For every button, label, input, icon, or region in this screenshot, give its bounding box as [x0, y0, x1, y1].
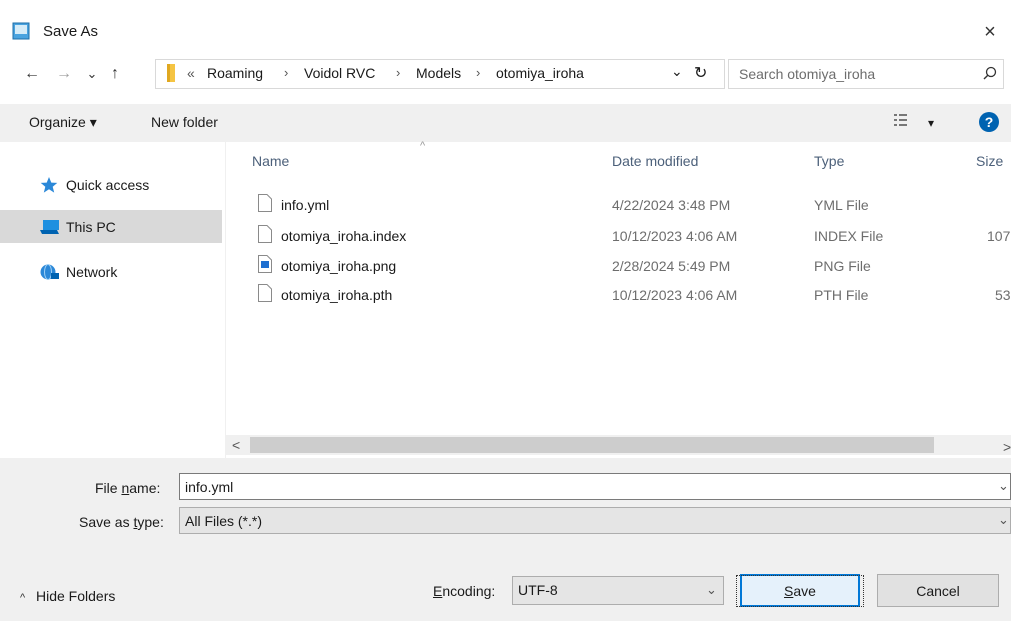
breadcrumb-voidol-rvc[interactable]: Voidol RVC [304, 65, 375, 81]
sidebar-item-label: Network [66, 264, 118, 280]
save-as-type-select[interactable] [179, 507, 1011, 534]
column-header-name[interactable]: Name [252, 153, 289, 169]
hide-folders-button[interactable]: ^ Hide Folders [20, 588, 115, 604]
file-size: 107 [987, 228, 1011, 244]
file-name-value: info.yml [185, 479, 234, 495]
star-icon [40, 177, 58, 193]
sidebar-item-label: Quick access [66, 177, 150, 193]
file-size: 53 [995, 287, 1011, 303]
file-name: otomiya_iroha.index [281, 228, 407, 244]
file-name-label: File name: [95, 480, 161, 496]
view-options-icon[interactable] [893, 112, 909, 128]
file-date: 10/12/2023 4:06 AM [612, 287, 738, 303]
address-dropdown-icon[interactable]: ⌄ [671, 63, 683, 80]
chevron-down-icon[interactable]: ⌄ [706, 582, 717, 598]
forward-button[interactable]: → [54, 63, 74, 85]
breadcrumb-separator-icon[interactable]: › [476, 65, 480, 80]
up-button[interactable]: ↑ [105, 63, 125, 85]
image-file-icon [258, 255, 272, 273]
column-header-date-modified[interactable]: Date modified [612, 153, 698, 169]
close-button[interactable]: × [970, 14, 1010, 50]
table-row[interactable]: otomiya_iroha.pth 10/12/2023 4:06 AM PTH… [250, 283, 1011, 307]
file-name-input[interactable] [179, 473, 1011, 500]
cancel-button[interactable]: Cancel [877, 574, 999, 607]
table-row[interactable]: otomiya_iroha.png 2/28/2024 5:49 PM PNG … [250, 254, 1011, 278]
file-type: YML File [814, 197, 869, 213]
help-icon[interactable]: ? [979, 112, 999, 132]
computer-icon [40, 220, 59, 234]
refresh-icon[interactable]: ↻ [694, 63, 707, 83]
save-button[interactable]: Save [736, 574, 864, 607]
file-type: INDEX File [814, 228, 884, 244]
sidebar-item-quick-access[interactable]: Quick access [0, 168, 222, 201]
chevron-up-icon: ^ [20, 592, 26, 604]
title-bar [0, 0, 1011, 50]
breadcrumb-separator-icon[interactable]: › [284, 65, 288, 80]
breadcrumb-overflow[interactable]: « [187, 65, 195, 81]
table-row[interactable]: info.yml 4/22/2024 3:48 PM YML File [250, 193, 1011, 217]
scrollbar-thumb[interactable] [250, 437, 934, 453]
column-header-type[interactable]: Type [814, 153, 844, 169]
scroll-left-icon[interactable]: < [232, 437, 240, 453]
column-header-size[interactable]: Size [976, 153, 1003, 169]
window-title: Save As [43, 23, 99, 40]
new-folder-button[interactable]: New folder [151, 114, 218, 130]
save-dialog-icon [12, 22, 30, 40]
file-date: 4/22/2024 3:48 PM [612, 197, 731, 213]
file-name: otomiya_iroha.png [281, 258, 397, 274]
recent-locations-button[interactable]: ⌄ [82, 63, 102, 85]
sidebar-item-network[interactable]: Network [0, 255, 222, 288]
file-name: info.yml [281, 197, 330, 213]
view-dropdown-icon[interactable]: ▾ [928, 116, 934, 130]
encoding-label: Encoding: [433, 583, 496, 599]
chevron-down-icon[interactable]: ⌄ [998, 478, 1009, 494]
file-icon [258, 194, 272, 212]
sidebar-item-label: This PC [66, 219, 116, 235]
breadcrumb-roaming[interactable]: Roaming [207, 65, 263, 81]
folder-icon [167, 64, 175, 82]
encoding-value: UTF-8 [518, 582, 558, 598]
sort-ascending-icon: ^ [420, 140, 426, 152]
search-placeholder: Search otomiya_iroha [739, 66, 876, 82]
save-as-type-value: All Files (*.*) [185, 513, 263, 529]
file-date: 2/28/2024 5:49 PM [612, 258, 731, 274]
breadcrumb-models[interactable]: Models [416, 65, 461, 81]
file-name: otomiya_iroha.pth [281, 287, 393, 303]
breadcrumb-separator-icon[interactable]: › [396, 65, 400, 80]
breadcrumb-otomiya-iroha[interactable]: otomiya_iroha [496, 65, 584, 81]
chevron-down-icon[interactable]: ⌄ [998, 512, 1009, 528]
back-button[interactable]: ← [22, 63, 42, 85]
sidebar-item-this-pc[interactable]: This PC [0, 210, 222, 243]
organize-button[interactable]: Organize ▾ [29, 114, 97, 131]
save-as-type-label: Save as type: [79, 514, 164, 530]
network-icon [40, 264, 59, 280]
file-icon [258, 225, 272, 243]
scroll-right-icon[interactable]: > [1003, 439, 1011, 455]
file-date: 10/12/2023 4:06 AM [612, 228, 738, 244]
file-icon [258, 284, 272, 302]
search-icon[interactable] [982, 66, 998, 82]
file-type: PTH File [814, 287, 869, 303]
table-row[interactable]: otomiya_iroha.index 10/12/2023 4:06 AM I… [250, 224, 1011, 248]
file-type: PNG File [814, 258, 871, 274]
